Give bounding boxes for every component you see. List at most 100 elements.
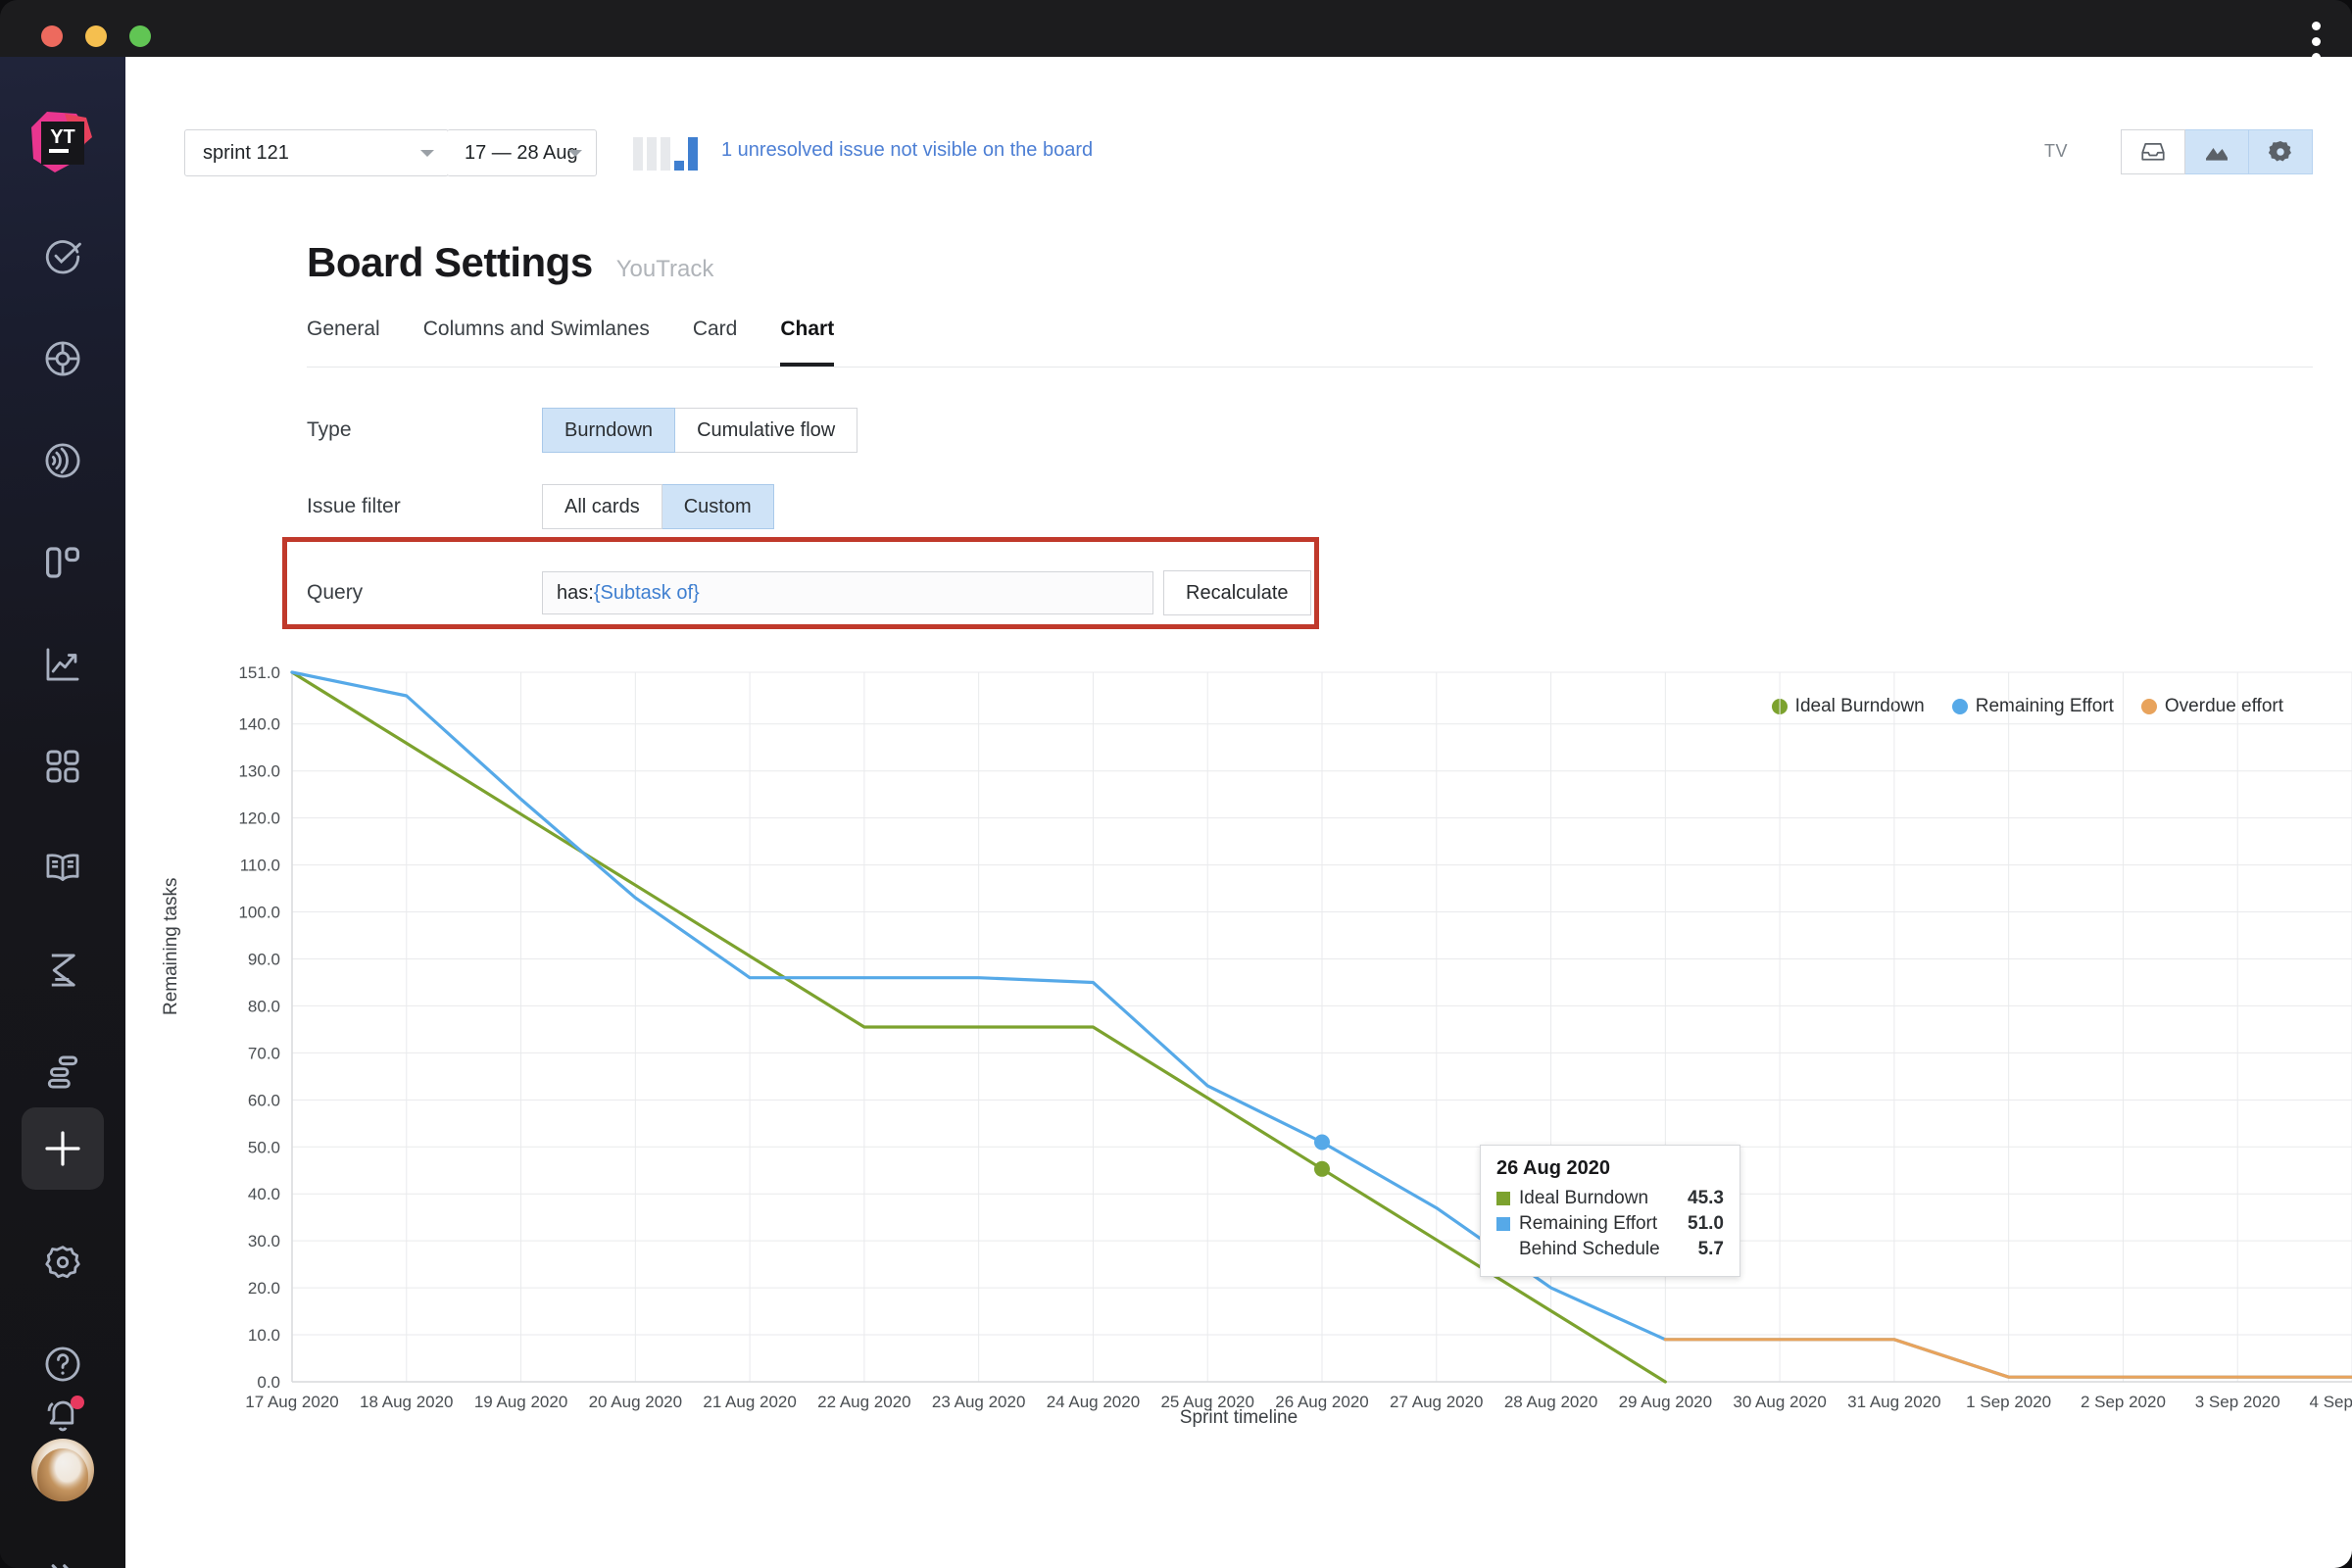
sidebar-item-apps[interactable] — [25, 729, 100, 804]
y-axis-tick: 60.0 — [248, 1091, 280, 1109]
x-axis-tick: 26 Aug 2020 — [1275, 1393, 1368, 1411]
chart-type-cumulative-flow-button[interactable]: Cumulative flow — [675, 408, 858, 453]
tooltip-swatch — [1496, 1192, 1510, 1205]
y-axis-tick: 140.0 — [238, 715, 280, 734]
view-mode-buttons — [2121, 129, 2313, 174]
y-axis-tick: 110.0 — [240, 857, 280, 875]
tooltip-row: Remaining Effort 51.0 — [1496, 1211, 1724, 1237]
tooltip-date: 26 Aug 2020 — [1496, 1157, 1610, 1179]
sidebar-item-projects[interactable] — [25, 525, 100, 600]
close-window-button[interactable] — [41, 25, 63, 47]
tab-columns-and-swimlanes[interactable]: Columns and Swimlanes — [423, 318, 650, 367]
tab-card[interactable]: Card — [693, 318, 738, 367]
date-range-selector[interactable]: 17 — 28 Aug — [447, 129, 597, 176]
sidebar-item-workflows[interactable] — [25, 1035, 100, 1109]
x-axis-tick: 27 Aug 2020 — [1390, 1393, 1483, 1411]
y-axis-tick: 0.0 — [257, 1373, 280, 1392]
settings-view-button[interactable] — [2249, 129, 2313, 174]
x-axis-tick: 18 Aug 2020 — [360, 1393, 453, 1411]
x-axis-tick: 23 Aug 2020 — [932, 1393, 1025, 1411]
board-toolbar: sprint 121 17 — 28 Aug 1 unresolved issu… — [184, 129, 2313, 176]
window-controls — [41, 25, 151, 47]
tab-general[interactable]: General — [307, 318, 380, 367]
issue-filter-custom-button[interactable]: Custom — [662, 484, 774, 529]
svg-text:YT: YT — [50, 126, 75, 148]
zoom-window-button[interactable] — [129, 25, 151, 47]
board-icon — [2141, 142, 2165, 161]
x-axis-tick: 25 Aug 2020 — [1160, 1393, 1253, 1411]
x-axis-tick: 29 Aug 2020 — [1619, 1393, 1712, 1411]
x-axis-tick: 2 Sep 2020 — [2081, 1393, 2166, 1411]
mini-burndown-indicator[interactable] — [633, 133, 698, 171]
tooltip-label: Ideal Burndown — [1519, 1188, 1649, 1208]
chart-type-row: Type Burndown Cumulative flow — [307, 408, 858, 453]
y-axis-tick: 10.0 — [248, 1326, 280, 1345]
y-axis-tick: 50.0 — [248, 1138, 280, 1156]
x-axis-tick: 30 Aug 2020 — [1733, 1393, 1826, 1411]
avatar[interactable] — [31, 1439, 94, 1501]
reports-icon — [46, 648, 79, 681]
y-axis-tick: 100.0 — [238, 904, 280, 922]
x-axis-tick: 22 Aug 2020 — [817, 1393, 910, 1411]
sidebar-item-issues[interactable] — [25, 220, 100, 294]
x-axis-tick: 28 Aug 2020 — [1504, 1393, 1597, 1411]
unresolved-issues-link[interactable]: 1 unresolved issue not visible on the bo… — [721, 139, 1093, 162]
main-content: sprint 121 17 — 28 Aug 1 unresolved issu… — [125, 57, 2352, 1568]
query-prefix: has: — [557, 581, 594, 604]
x-axis-tick: 24 Aug 2020 — [1047, 1393, 1140, 1411]
sidebar-item-knowledge-base[interactable] — [25, 831, 100, 906]
y-axis-tick: 70.0 — [248, 1044, 280, 1062]
dashboards-icon — [45, 443, 80, 478]
issues-icon — [45, 240, 81, 274]
minimize-window-button[interactable] — [85, 25, 107, 47]
query-input[interactable]: has: {Subtask of} — [542, 571, 1153, 614]
sprint-selector[interactable]: sprint 121 — [184, 129, 449, 176]
issue-filter-options: All cards Custom — [542, 484, 774, 529]
settings-tabs: General Columns and Swimlanes Card Chart — [307, 318, 2313, 368]
app-window: YT sprint 121 17 — 28 Aug 1 unresolved i… — [0, 0, 2352, 1568]
chevron-double-right-icon — [51, 1564, 70, 1568]
settings-gear-icon — [45, 1246, 80, 1279]
chart-marker — [1314, 1160, 1330, 1177]
chevron-down-icon — [568, 149, 582, 157]
x-axis-tick: 17 Aug 2020 — [245, 1393, 338, 1411]
issue-filter-row: Issue filter All cards Custom — [307, 484, 774, 529]
tooltip-value: 45.3 — [1688, 1188, 1724, 1208]
date-range-value: 17 — 28 Aug — [465, 141, 578, 164]
recalculate-button[interactable]: Recalculate — [1163, 570, 1311, 615]
chart-view-button[interactable] — [2185, 129, 2249, 174]
timesheets-icon — [51, 954, 75, 987]
x-axis-tick: 31 Aug 2020 — [1847, 1393, 1940, 1411]
tooltip-label: Remaining Effort — [1519, 1213, 1658, 1234]
board-view-button[interactable] — [2121, 129, 2185, 174]
tooltip-row: Ideal Burndown 45.3 — [1496, 1186, 1724, 1211]
y-axis-tick: 20.0 — [248, 1279, 280, 1298]
sidebar-item-agile-boards[interactable] — [25, 321, 100, 396]
tooltip-label: Behind Schedule — [1519, 1239, 1660, 1259]
chevron-down-icon — [420, 149, 434, 157]
chart-icon — [2206, 148, 2228, 161]
expand-sidebar-button[interactable] — [25, 1539, 100, 1568]
tv-label: TV — [2043, 141, 2068, 161]
y-axis-tick: 120.0 — [238, 809, 280, 828]
chart-type-burndown-button[interactable]: Burndown — [542, 408, 676, 453]
knowledge-base-icon — [46, 854, 79, 881]
tooltip-swatch — [1496, 1243, 1510, 1256]
create-button[interactable] — [22, 1107, 104, 1190]
query-row: Query has: {Subtask of} Recalculate — [307, 570, 1311, 615]
kebab-menu-icon[interactable] — [2312, 22, 2321, 62]
issue-filter-all-cards-button[interactable]: All cards — [542, 484, 662, 529]
x-axis-tick: 3 Sep 2020 — [2195, 1393, 2280, 1411]
sprint-selector-value: sprint 121 — [203, 141, 289, 164]
tooltip-swatch — [1496, 1217, 1510, 1231]
sidebar-item-settings[interactable] — [25, 1225, 100, 1299]
burndown-chart: Ideal Burndown Remaining Effort Overdue … — [125, 655, 2352, 1568]
sidebar-item-dashboards[interactable] — [25, 423, 100, 498]
issue-filter-label: Issue filter — [307, 495, 401, 517]
y-axis-tick: 90.0 — [248, 950, 280, 968]
sidebar-item-reports[interactable] — [25, 627, 100, 702]
tab-chart[interactable]: Chart — [780, 318, 835, 367]
sidebar-item-timesheets[interactable] — [25, 933, 100, 1007]
y-axis-label: Remaining tasks — [161, 877, 181, 1015]
youtrack-logo[interactable]: YT — [25, 108, 100, 182]
